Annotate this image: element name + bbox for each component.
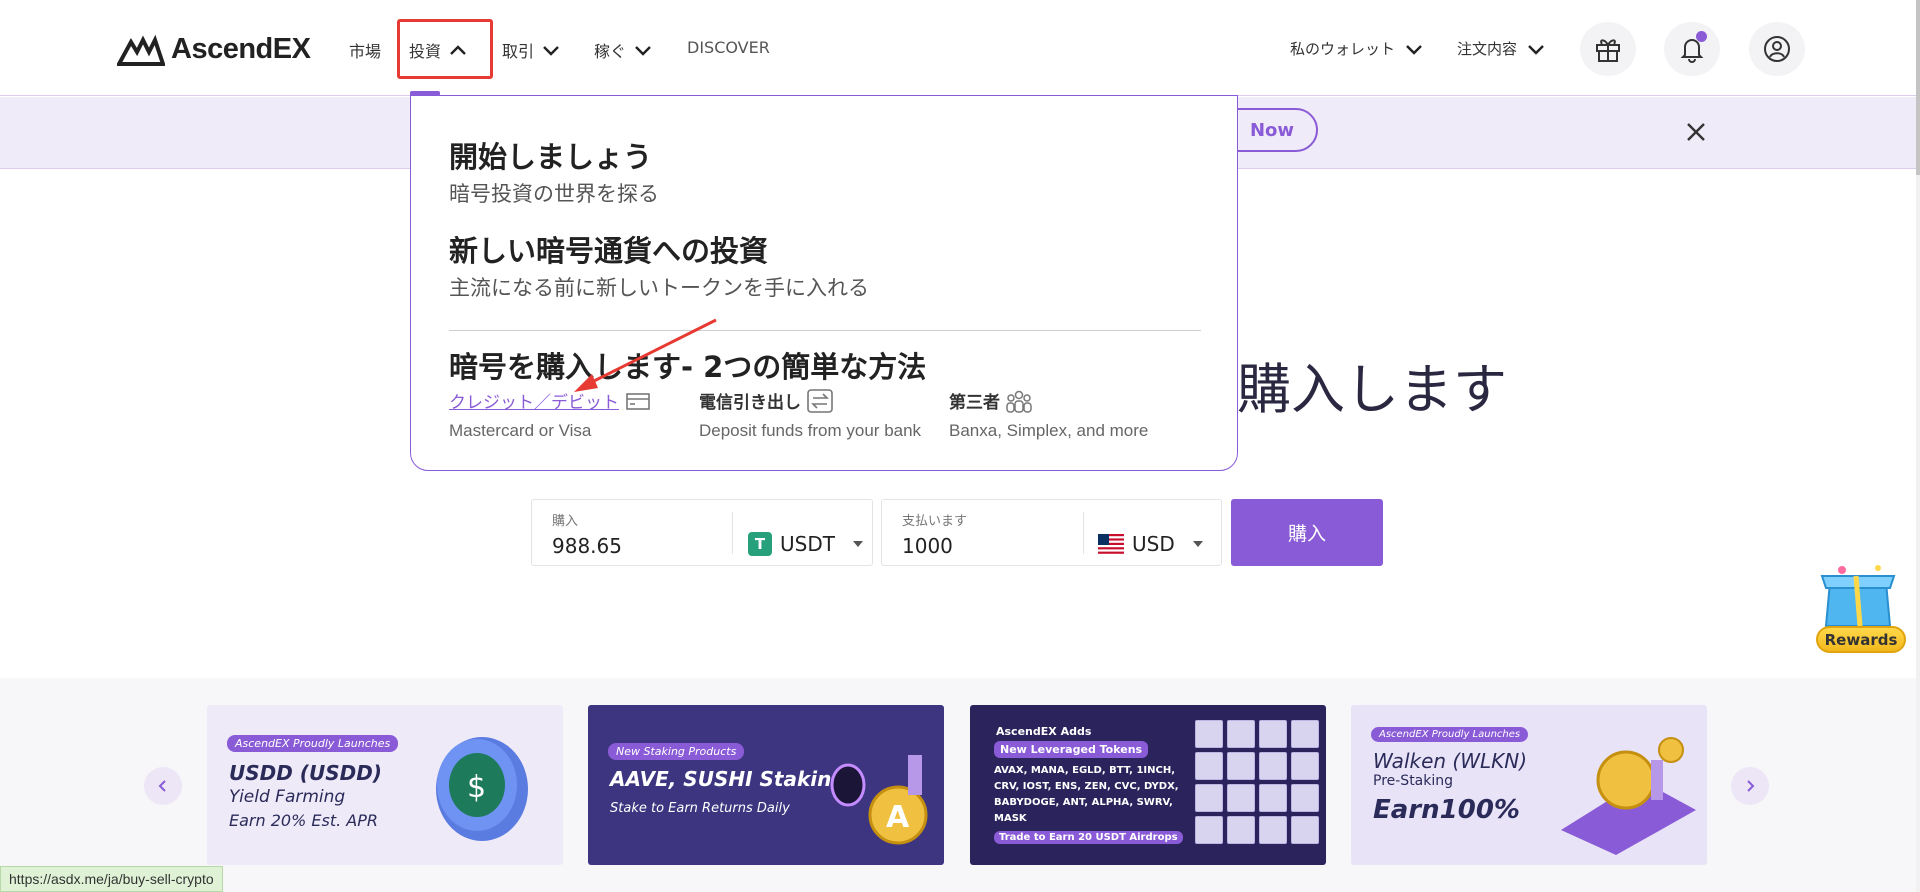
promo-card-title: USDD (USDD): [229, 761, 382, 785]
chevron-left-icon: [158, 780, 166, 792]
brand-name: AscendEX: [171, 33, 311, 65]
nav-discover[interactable]: DISCOVER: [687, 38, 770, 57]
notifications-button[interactable]: [1664, 22, 1720, 76]
caret-down-icon: [852, 541, 863, 547]
wallet-menu-label: 私のウォレット: [1290, 40, 1396, 58]
promo-card-line2: Earn100%: [1373, 795, 1520, 825]
aave-coin-icon: A: [830, 755, 928, 845]
divider: [732, 512, 733, 554]
dropdown-item-new-crypto[interactable]: 新しい暗号通貨への投資: [449, 228, 768, 270]
user-icon: [1764, 36, 1790, 62]
gift-icon: [1596, 39, 1620, 62]
buy-amount-label: 購入: [552, 514, 579, 529]
promo-card-line2: Trade to Earn 20 USDT Airdrops: [994, 831, 1183, 844]
invest-dropdown-menu: 開始しましょう 暗号投資の世界を探る 新しい暗号通貨への投資 主流になる前に新し…: [410, 95, 1238, 471]
divider: [1083, 512, 1084, 554]
rewards-label[interactable]: Rewards: [1816, 626, 1906, 653]
promo-card-line1: AVAX, MANA, EGLD, BTT, 1INCH, CRV, IOST,…: [994, 765, 1179, 824]
top-header: AscendEX 市場 投資 取引 稼ぐ DISCOVER 私のウォレット 注文…: [0, 0, 1916, 96]
promo-card-walken[interactable]: AscendEX Proudly Launches Walken (WLKN) …: [1351, 705, 1707, 865]
people-icon: [1006, 390, 1032, 413]
walken-coin-icon: [1561, 737, 1696, 855]
scrollbar-thumb[interactable]: [1916, 0, 1920, 175]
buy-amount-input[interactable]: 988.65: [552, 534, 622, 558]
orders-menu[interactable]: 注文内容: [1457, 38, 1545, 59]
method-credit-debit-desc: Mastercard or Visa: [449, 421, 592, 440]
chevron-down-icon: [635, 46, 651, 56]
promo-card-line1: Pre-Staking: [1373, 773, 1454, 789]
promo-card-tag: New Staking Products: [608, 743, 745, 760]
chevron-down-icon: [1406, 44, 1422, 55]
brand-logo[interactable]: AscendEX: [117, 33, 311, 66]
promo-card-tag: AscendEX Proudly Launches: [227, 735, 399, 752]
method-wire-transfer-title[interactable]: 電信引き出し: [699, 388, 921, 413]
nav-markets-label: 市場: [349, 42, 382, 61]
promo-section-top: [0, 668, 1916, 678]
promo-card-line1: Yield Farming: [229, 787, 346, 807]
method-wire-transfer[interactable]: 電信引き出し Deposit funds from your bank: [699, 388, 921, 441]
annotation-arrow-icon: [574, 318, 717, 392]
buy-amount-box[interactable]: 購入 988.65 T USDT: [531, 499, 873, 566]
promo-card-line2: Earn 20% Est. APR: [229, 811, 378, 830]
hero-title: 購入します: [1237, 358, 1507, 421]
pay-currency-label: USD: [1132, 532, 1175, 556]
annotation-highlight-box: [397, 19, 493, 79]
dropdown-divider: [449, 330, 1201, 331]
promo-card-title: New Leveraged Tokens: [994, 741, 1149, 758]
nav-markets[interactable]: 市場: [349, 38, 381, 62]
promo-card-tag: AscendEX Proudly Launches: [1371, 727, 1529, 742]
nav-trade[interactable]: 取引: [502, 38, 560, 62]
chevron-right-icon: [1747, 780, 1755, 792]
svg-text:A: A: [886, 800, 910, 835]
ascendex-logo-icon: [117, 34, 165, 66]
svg-text:$: $: [467, 770, 486, 805]
notification-dot: [1696, 31, 1707, 42]
chevron-down-icon: [1528, 44, 1544, 55]
usdd-coin-icon: $: [436, 737, 528, 841]
account-button[interactable]: [1749, 22, 1805, 76]
nav-discover-label: DISCOVER: [687, 38, 770, 57]
transfer-icon: [807, 388, 833, 413]
carousel-prev-button[interactable]: [144, 767, 182, 805]
nav-earn[interactable]: 稼ぐ: [594, 38, 652, 62]
pay-amount-box[interactable]: 支払います 1000 USD: [881, 499, 1222, 566]
method-third-party-desc: Banxa, Simplex, and more: [949, 421, 1149, 440]
promo-card-leveraged-tokens[interactable]: AscendEX Adds New Leveraged Tokens AVAX,…: [970, 705, 1326, 865]
buy-submit-button[interactable]: 購入: [1231, 499, 1383, 566]
usdt-icon: T: [748, 532, 772, 556]
banner-action-label: Now: [1249, 119, 1294, 141]
buy-currency-select[interactable]: T USDT: [748, 532, 863, 556]
promo-card-line1: Stake to Earn Returns Daily: [610, 801, 790, 816]
browser-status-bar: https://asdx.me/ja/buy-sell-crypto: [0, 866, 223, 892]
nav-earn-label: 稼ぐ: [594, 42, 627, 61]
carousel-next-button[interactable]: [1731, 767, 1769, 805]
method-third-party[interactable]: 第三者 Banxa, Simplex, and more: [949, 388, 1148, 441]
method-third-party-title[interactable]: 第三者: [949, 388, 1148, 413]
close-icon[interactable]: [1682, 118, 1710, 146]
caret-down-icon: [1192, 541, 1203, 547]
gift-button[interactable]: [1580, 22, 1636, 76]
dropdown-item-new-crypto-desc: 主流になる前に新しいトークンを手に入れる: [449, 276, 869, 300]
method-wire-transfer-desc: Deposit funds from your bank: [699, 421, 922, 440]
us-flag-icon: [1098, 534, 1124, 554]
chevron-down-icon: [543, 46, 559, 56]
promo-card-title: Walken (WLKN): [1373, 749, 1528, 773]
buy-currency-label: USDT: [780, 532, 835, 556]
promo-card-title: AAVE, SUSHI Staking: [610, 767, 846, 791]
pay-amount-input[interactable]: 1000: [902, 534, 953, 558]
promo-card-tag: AscendEX Adds: [996, 725, 1092, 738]
wallet-menu[interactable]: 私のウォレット: [1290, 38, 1423, 59]
dropdown-item-get-started-desc: 暗号投資の世界を探る: [449, 182, 659, 206]
pay-currency-select[interactable]: USD: [1098, 532, 1203, 556]
promo-card-usdd[interactable]: AscendEX Proudly Launches USDD (USDD) Yi…: [207, 705, 563, 865]
nav-trade-label: 取引: [502, 42, 535, 61]
token-grid: [1195, 720, 1319, 844]
pay-amount-label: 支払います: [902, 514, 968, 529]
dropdown-item-get-started[interactable]: 開始しましょう: [449, 134, 652, 176]
promo-card-staking[interactable]: New Staking Products AAVE, SUSHI Staking…: [588, 705, 944, 865]
orders-menu-label: 注文内容: [1457, 40, 1518, 58]
method-third-party-label: 第三者: [949, 393, 1000, 413]
